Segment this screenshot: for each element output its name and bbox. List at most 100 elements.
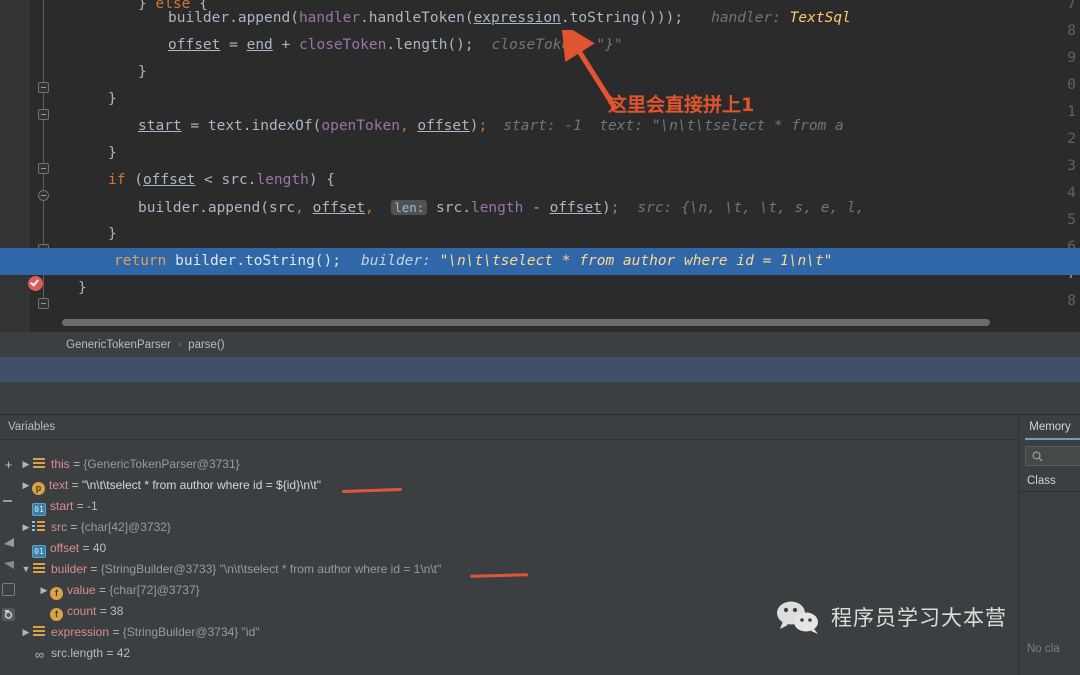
variables-side-toolbar[interactable]: + (0, 440, 16, 675)
expand-arrow-icon[interactable]: ▶ (20, 622, 32, 643)
token-length-call: .length(); (386, 37, 474, 53)
code-line: start = text.indexOf(openToken, offset);… (138, 118, 844, 134)
code-line: builder.append(src, offset, len: src.len… (138, 200, 865, 216)
token-handler: handler (298, 10, 361, 26)
array-icon (32, 520, 47, 533)
variable-row-expression[interactable]: ▶ expression = {StringBuilder@3734} "id" (20, 622, 260, 643)
code-line: builder.append(handler.handleToken(expre… (168, 5, 851, 32)
camera-icon[interactable] (2, 608, 15, 621)
watermark-text: 程序员学习大本营 (831, 606, 1007, 630)
collapse-arrow-icon[interactable] (2, 536, 15, 549)
token-brace: } (108, 226, 117, 242)
search-icon (1032, 451, 1043, 462)
variable-name: start (50, 499, 74, 513)
variable-name: count (67, 604, 97, 618)
token-brace: } (78, 280, 87, 296)
variable-row-count[interactable]: f count = 38 (38, 601, 123, 622)
fold-marker-icon[interactable] (38, 82, 49, 93)
variable-row-text[interactable]: ▶ p text = "\n\t\tselect * from author whe… (20, 475, 321, 496)
variables-title: Variables (0, 415, 1018, 439)
token-open-token: openToken (321, 118, 400, 134)
object-icon (32, 457, 47, 470)
variable-name: value (67, 583, 96, 597)
tab-memory[interactable]: Memory (1019, 415, 1080, 439)
breadcrumb-separator-icon: › (177, 339, 182, 350)
variable-row-this[interactable]: ▶ this = {GenericTokenParser@3731} (20, 454, 240, 475)
variables-title-divider (0, 439, 1018, 440)
tab-memory-indicator (1025, 438, 1080, 440)
debug-toolbar[interactable] (0, 382, 1080, 415)
primitive-icon: 01 (32, 503, 46, 516)
equals-sign: = (68, 478, 83, 492)
token-brace-open: ) { (308, 172, 336, 188)
expand-arrow-icon[interactable]: ▶ (20, 475, 32, 496)
code-line: } (108, 140, 117, 167)
variable-row-start[interactable]: 01 start = -1 (20, 496, 98, 517)
equals-sign: = (69, 457, 84, 471)
field-icon: f (50, 587, 63, 600)
fold-marker-icon[interactable] (38, 190, 49, 201)
token-brace: } (108, 91, 117, 107)
token-minus: - (523, 200, 550, 216)
token-paren: ( (125, 172, 143, 188)
token-offset: offset (168, 37, 221, 53)
remove-watch-icon[interactable] (3, 500, 12, 502)
expand-arrow-icon[interactable]: ▶ (20, 517, 32, 538)
keyword-if: if (108, 172, 126, 188)
variable-name: src.length (51, 646, 104, 660)
variable-value: {char[42]@3732} (80, 520, 171, 534)
editor-hscrollbar-thumb[interactable] (62, 319, 990, 326)
breadcrumb-class[interactable]: GenericTokenParser (66, 339, 171, 351)
breadcrumb-method[interactable]: parse() (188, 339, 224, 351)
code-line: } (138, 59, 147, 86)
memory-search-input[interactable] (1025, 446, 1080, 466)
variable-name: this (51, 457, 70, 471)
variables-panel[interactable]: Variables + ▶ this = {GenericTokenParser@… (0, 415, 1018, 675)
code-editor[interactable]: 7 8 9 0 1 2 3 4 5 6 7 8 } else { builder… (0, 0, 1080, 332)
inline-hint-text: text: "\n\t\tselect * from a (599, 118, 844, 134)
code-line: } (108, 221, 117, 248)
variable-row-src-length[interactable]: ∞ src.length = 42 (20, 643, 130, 664)
editor-gutter[interactable] (0, 0, 30, 332)
variable-row-value[interactable]: ▶ f value = {char[72]@3737} (38, 580, 200, 601)
variable-row-src[interactable]: ▶ src = {char[42]@3732} (20, 517, 171, 538)
equals-sign: = (95, 583, 110, 597)
add-watch-icon[interactable]: + (2, 458, 15, 471)
token-end: end (246, 37, 273, 53)
variable-value: {StringBuilder@3734} "id" (122, 625, 260, 639)
keyword-return: return (114, 253, 167, 269)
settings-panel-icon[interactable] (2, 583, 15, 596)
variable-name: offset (50, 541, 80, 555)
breadcrumb[interactable]: GenericTokenParser › parse() (0, 332, 1080, 357)
equals-sign: = (103, 646, 117, 660)
equals-sign: = (67, 520, 81, 534)
fold-marker-icon[interactable] (38, 163, 49, 174)
variable-value: 42 (116, 646, 131, 660)
equals-sign: = (96, 604, 111, 618)
expand-arrow-icon[interactable]: ▶ (20, 454, 32, 475)
expand-arrow-icon[interactable] (2, 558, 15, 571)
token-offset: offset (142, 172, 196, 188)
parameter-icon: p (32, 482, 45, 495)
breakpoint-icon[interactable] (28, 276, 43, 291)
token-start: start (138, 118, 182, 134)
expand-arrow-icon[interactable]: ▶ (38, 580, 50, 601)
fold-marker-icon[interactable] (38, 298, 49, 309)
variable-value: {StringBuilder@3733} "\n\t\tselect * fro… (100, 562, 442, 576)
variable-row-offset[interactable]: 01 offset = 40 (20, 538, 106, 559)
token-expression: expression (473, 10, 561, 26)
variable-name: builder (51, 562, 88, 576)
token-brace: } (108, 145, 117, 161)
equals-sign: = (109, 625, 123, 639)
object-icon (32, 562, 47, 575)
collapse-arrow-icon[interactable]: ▼ (20, 559, 32, 580)
variables-tree[interactable]: ▶ this = {GenericTokenParser@3731} ▶ p text… (16, 441, 1018, 675)
variable-value: 40 (92, 541, 107, 555)
variable-row-builder[interactable]: ▼ builder = {StringBuilder@3733} "\n\t\ts… (20, 559, 442, 580)
fold-marker-icon[interactable] (38, 109, 49, 120)
debug-tab-strip[interactable] (0, 357, 1080, 382)
code-line: } (78, 275, 87, 302)
variable-value: -1 (87, 499, 98, 513)
memory-panel[interactable]: Memory Class No cla (1018, 415, 1080, 675)
memory-column-header-class[interactable]: Class (1019, 470, 1080, 492)
